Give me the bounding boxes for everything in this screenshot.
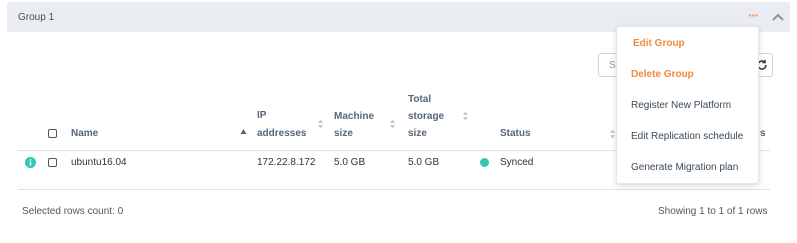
menu-item-edit-replication-schedule[interactable]: Edit Replication schedule (617, 123, 758, 151)
column-header-storage-line2: storage (408, 111, 445, 122)
column-header-storage-line1: Total (408, 94, 432, 105)
sort-icon[interactable] (609, 129, 616, 139)
column-header-name[interactable]: Name (71, 125, 98, 143)
info-icon[interactable] (25, 157, 36, 168)
chevron-up-icon[interactable] (771, 11, 785, 23)
sort-icon[interactable] (317, 119, 324, 129)
cell-machine-size: 5.0 GB (334, 157, 366, 168)
cell-status: Synced (500, 157, 534, 168)
group-actions-menu: Edit Group Delete Group Register New Pla… (616, 26, 759, 184)
table-footer-divider (18, 189, 770, 190)
cell-ip: 172.22.8.172 (257, 157, 316, 168)
menu-item-generate-migration-plan[interactable]: Generate Migration plan (617, 154, 758, 182)
select-all-checkbox[interactable] (48, 129, 57, 138)
cell-storage-size: 5.0 GB (408, 157, 440, 168)
column-header-status[interactable]: Status (500, 125, 531, 143)
column-header-machine-line1: Machine (334, 111, 375, 122)
column-header-truncated[interactable]: s (760, 125, 766, 143)
column-header-ip-line2[interactable]: addresses (257, 125, 306, 143)
cell-name[interactable]: ubuntu16.04 (71, 157, 127, 169)
column-header-storage-line3[interactable]: size (408, 125, 427, 143)
row-checkbox[interactable] (48, 158, 57, 167)
column-header-ip-line1: IP (257, 110, 267, 121)
menu-item-delete-group[interactable]: Delete Group (617, 61, 758, 89)
column-header-machine-line2[interactable]: size (334, 125, 353, 143)
status-indicator (480, 158, 489, 167)
group-title: Group 1 (18, 12, 55, 23)
sort-icon[interactable] (389, 119, 396, 129)
pagination-info: Showing 1 to 1 of 1 rows (658, 206, 768, 217)
more-options-icon[interactable]: ··· (748, 9, 764, 23)
selected-rows-count: Selected rows count: 0 (22, 206, 124, 217)
menu-item-edit-group[interactable]: Edit Group (617, 30, 758, 58)
sort-asc-icon[interactable] (240, 127, 247, 137)
sort-icon[interactable] (462, 111, 469, 121)
menu-item-register-platform[interactable]: Register New Platform (617, 92, 758, 120)
